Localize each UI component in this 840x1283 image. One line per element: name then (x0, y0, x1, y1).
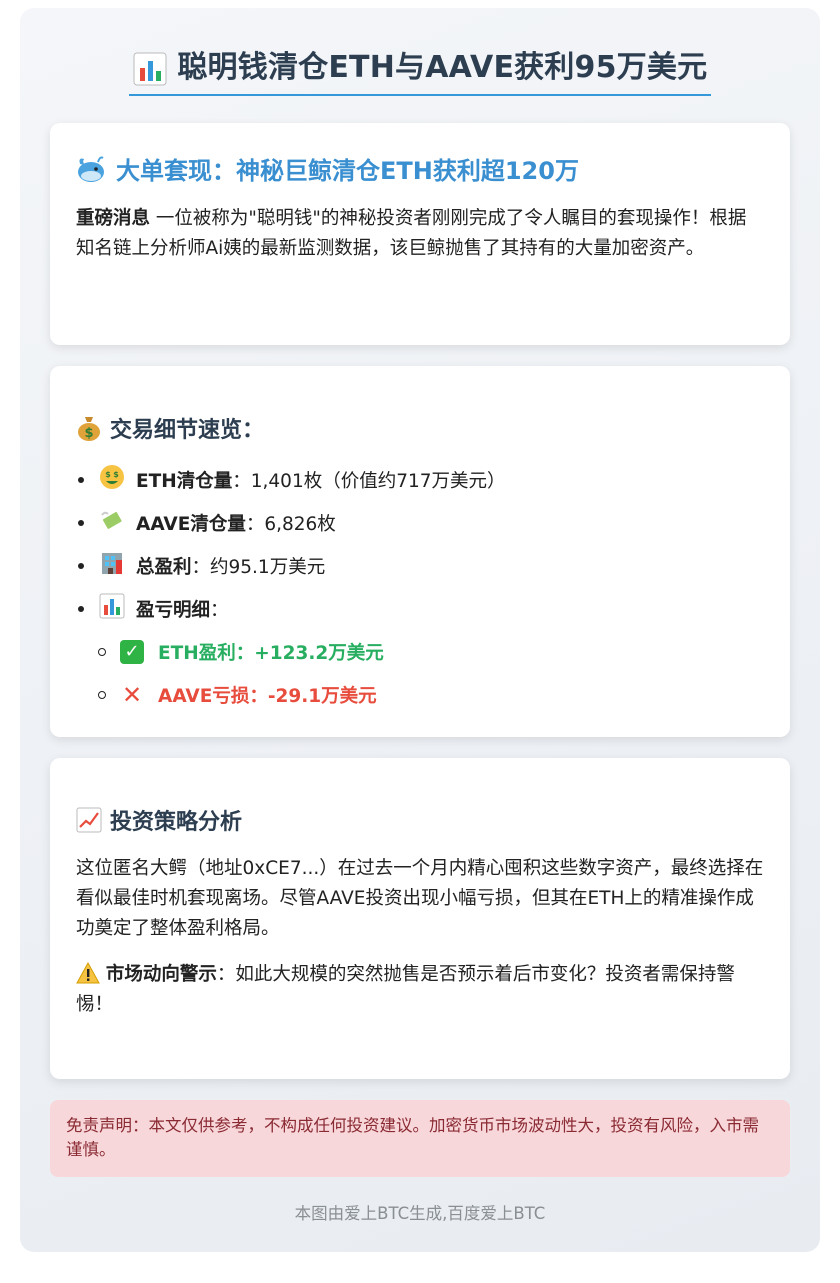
strategy-paragraph: 这位匿名大鳄（地址0xCE7...）在过去一个月内精心囤积这些数字资产，最终选择… (76, 858, 764, 939)
bank-icon (98, 550, 126, 581)
warning-icon (76, 961, 100, 984)
list-item: 总盈利 ：约95.1万美元 (76, 544, 764, 587)
whale-icon (78, 156, 104, 182)
chart-increasing-icon (76, 807, 102, 833)
aave-loss-text: AAVE亏损：-29.1万美元 (158, 685, 377, 707)
headline-card: 大单套现：神秘巨鲸清仓ETH获利超120万 重磅消息 一位被称为"聪明钱"的神秘… (50, 123, 790, 345)
svg-text:$: $ (113, 470, 119, 479)
title-text: 聪明钱清仓ETH与AAVE获利95万美元 (177, 50, 708, 85)
cross-icon: ✕ (121, 680, 143, 709)
strategy-heading: 投资策略分析 (110, 810, 243, 835)
list-item: $ $ ETH清仓量 ：1,401枚（价值约717万美元） (76, 458, 764, 501)
trade-details-list: $ $ ETH清仓量 ：1,401枚（价值约717万美元） AAVE清仓量 ：6,82… (76, 458, 764, 630)
bar-chart-icon (98, 593, 126, 624)
check-icon: ✓ (120, 639, 144, 664)
headline-lead-bold: 重磅消息 (76, 208, 151, 229)
money-bag-icon: $ (78, 417, 100, 441)
trade-details-card: $ 交易细节速览： $ $ ETH清仓量 ：1,401枚（价值约717万美元） AA… (50, 366, 790, 737)
bar-chart-icon (133, 52, 167, 85)
page-container: 聪明钱清仓ETH与AAVE获利95万美元 大单套现：神秘巨鲸清仓ETH获利超12… (20, 8, 820, 1252)
warning-bold: 市场动向警示 (105, 964, 217, 985)
svg-text:$: $ (105, 470, 111, 479)
list-item: 盈亏明细： (76, 587, 764, 630)
footer-text: 本图由爱上BTC生成,百度爱上BTC (294, 1204, 546, 1223)
list-item: ✓ ETH盈利：+123.2万美元 (98, 630, 764, 673)
total-profit-label: 总盈利 (136, 556, 192, 578)
pnl-sub-list: ✓ ETH盈利：+123.2万美元 ✕ AAVE亏损：-29.1万美元 (76, 630, 764, 716)
eth-profit-text: ETH盈利：+123.2万美元 (158, 642, 384, 664)
strategy-card: 投资策略分析 这位匿名大鳄（地址0xCE7...）在过去一个月内精心囤积这些数字… (50, 758, 790, 1079)
money-wings-icon (98, 507, 126, 538)
total-profit-value: ：约95.1万美元 (191, 556, 326, 578)
aave-amount-value: ：6,826枚 (245, 513, 336, 535)
headline-heading: 大单套现：神秘巨鲸清仓ETH获利超120万 (116, 157, 579, 185)
disclaimer-box: 免责声明：本文仅供参考，不构成任何投资建议。加密货币市场波动性大，投资有风险，入… (50, 1100, 790, 1177)
aave-amount-label: AAVE清仓量 (136, 513, 246, 535)
page-title: 聪明钱清仓ETH与AAVE获利95万美元 (128, 42, 712, 96)
svg-text:$: $ (84, 426, 93, 441)
pnl-detail-label: 盈亏明细 (136, 599, 211, 621)
list-item: ✕ AAVE亏损：-29.1万美元 (98, 673, 764, 716)
eth-amount-label: ETH清仓量 (136, 470, 233, 492)
warning-paragraph: 市场动向警示：如此大规模的突然抛售是否预示着后市变化？投资者需保持警惕！ (76, 960, 764, 1020)
money-face-icon: $ $ (98, 464, 126, 495)
trade-details-heading: 交易细节速览： (110, 418, 265, 443)
eth-amount-value: ：1,401枚（价值约717万美元） (232, 470, 506, 492)
list-item: AAVE清仓量 ：6,826枚 (76, 501, 764, 544)
pnl-detail-value: ： (210, 599, 229, 621)
headline-lead-text: 一位被称为"聪明钱"的神秘投资者刚刚完成了令人瞩目的套现操作！根据知名链上分析师… (76, 208, 747, 259)
headline-paragraph: 重磅消息 一位被称为"聪明钱"的神秘投资者刚刚完成了令人瞩目的套现操作！根据知名… (76, 204, 764, 264)
